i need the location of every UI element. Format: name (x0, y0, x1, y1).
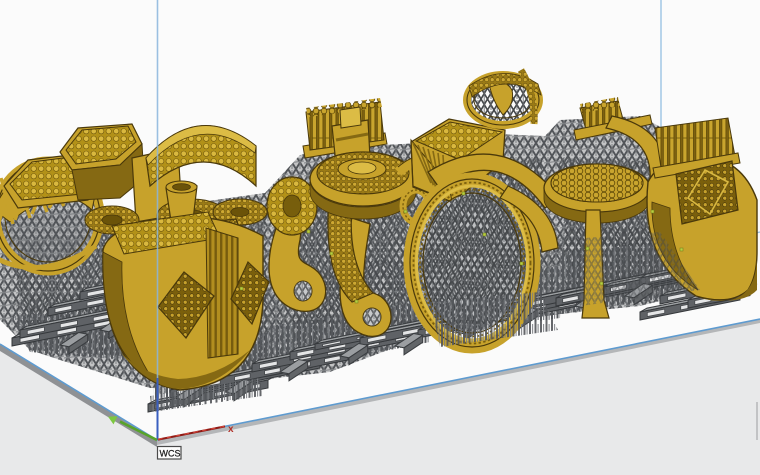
svg-text:WCS: WCS (160, 448, 181, 458)
svg-text:x: x (228, 424, 234, 435)
